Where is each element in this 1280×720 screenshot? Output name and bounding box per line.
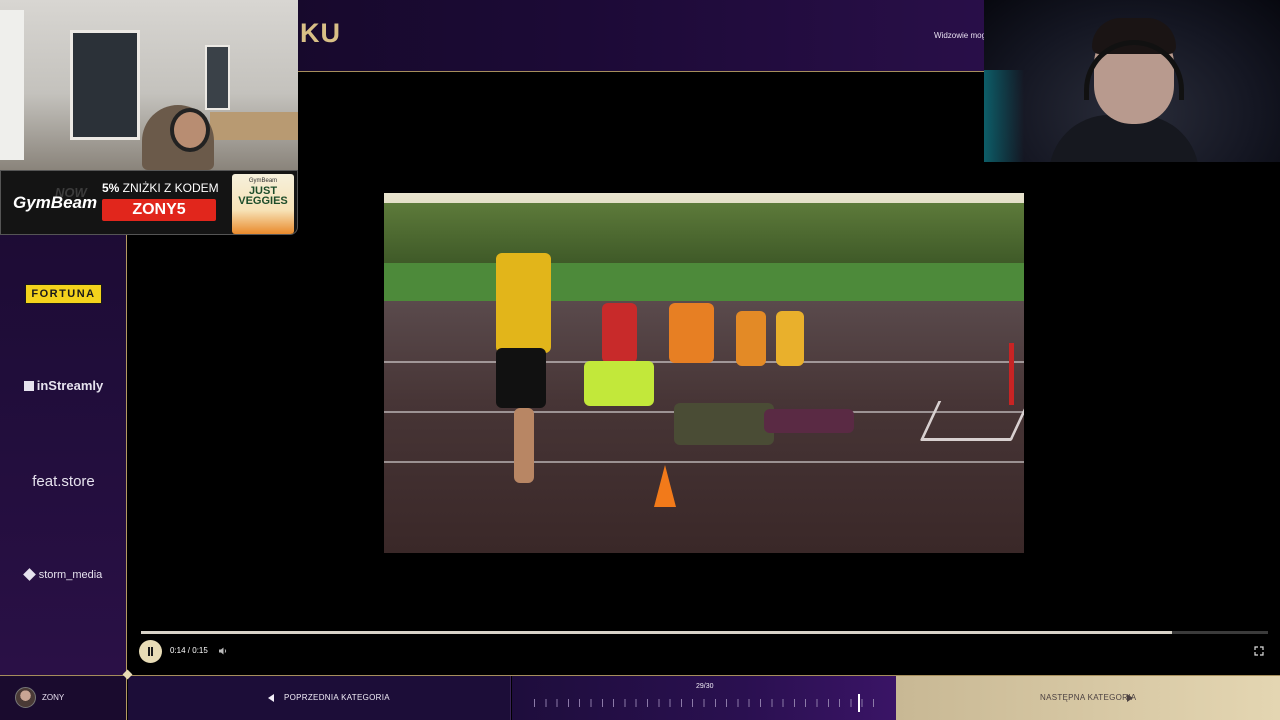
- video-progress-bar[interactable]: [141, 631, 1268, 634]
- previous-category-button[interactable]: POPRZEDNIA KATEGORIA: [128, 676, 511, 720]
- sponsor-feat-store: feat.store: [0, 473, 127, 490]
- instreamly-label: inStreamly: [36, 378, 104, 393]
- category-counter: 29/30: [696, 683, 714, 690]
- instreamly-logo-icon: [23, 381, 34, 391]
- current-category-marker: [858, 694, 860, 712]
- person-standing: [496, 253, 551, 353]
- viewers-info-text: Widzowie mog: [934, 31, 987, 40]
- video-progress-fill: [141, 631, 1173, 634]
- promo-headline: 5% ZNIŻKI Z KODEM: [102, 181, 219, 195]
- pause-button[interactable]: [139, 640, 162, 663]
- webcam-right: [984, 0, 1280, 162]
- volume-icon[interactable]: [218, 646, 228, 656]
- webcam-left: [0, 0, 298, 170]
- video-player-frame[interactable]: [384, 193, 1024, 553]
- username: ZONY: [42, 693, 65, 702]
- sponsor-storm-media: storm_media: [0, 568, 127, 581]
- fortuna-logo: FORTUNA: [25, 284, 102, 304]
- video-time: 0:14 / 0:15: [170, 646, 208, 655]
- arrow-right-icon: [1127, 694, 1133, 702]
- category-title: KU: [300, 18, 341, 48]
- storm-media-label: storm_media: [38, 569, 103, 581]
- hurdle: [919, 401, 1024, 441]
- promo-banner: NOW GymBeam 5% ZNIŻKI Z KODEM ZONY5 GymB…: [0, 170, 298, 235]
- next-category-label: NASTĘPNA KATEGORIA: [1040, 693, 1137, 702]
- feat-store-label: feat.store: [32, 473, 95, 490]
- bottom-bar: ZONY POPRZEDNIA KATEGORIA 29/30 NASTĘPNA…: [0, 675, 1280, 720]
- category-ticks: [534, 699, 874, 707]
- traffic-cone: [654, 465, 676, 507]
- storm-media-logo-icon: [22, 568, 36, 581]
- streamer-left: [170, 108, 210, 152]
- stream-overlay: KU Widzowie mog FORTUNA inStreamly feat.…: [0, 0, 1280, 720]
- promo-code: ZONY5: [102, 199, 216, 221]
- user-panel: ZONY: [0, 676, 127, 720]
- arrow-left-icon: [268, 694, 274, 702]
- sponsor-instreamly: inStreamly: [0, 378, 127, 393]
- previous-category-label: POPRZEDNIA KATEGORIA: [284, 693, 390, 702]
- next-category-button[interactable]: NASTĘPNA KATEGORIA: [896, 676, 1280, 720]
- avatar: [15, 687, 36, 708]
- fullscreen-icon[interactable]: [1254, 646, 1264, 656]
- product-pack-image: GymBeam JUST VEGGIES: [232, 174, 294, 234]
- promo-brand: GymBeam: [13, 193, 98, 212]
- sponsor-fortuna: FORTUNA: [0, 284, 127, 304]
- category-progress: 29/30: [512, 676, 896, 720]
